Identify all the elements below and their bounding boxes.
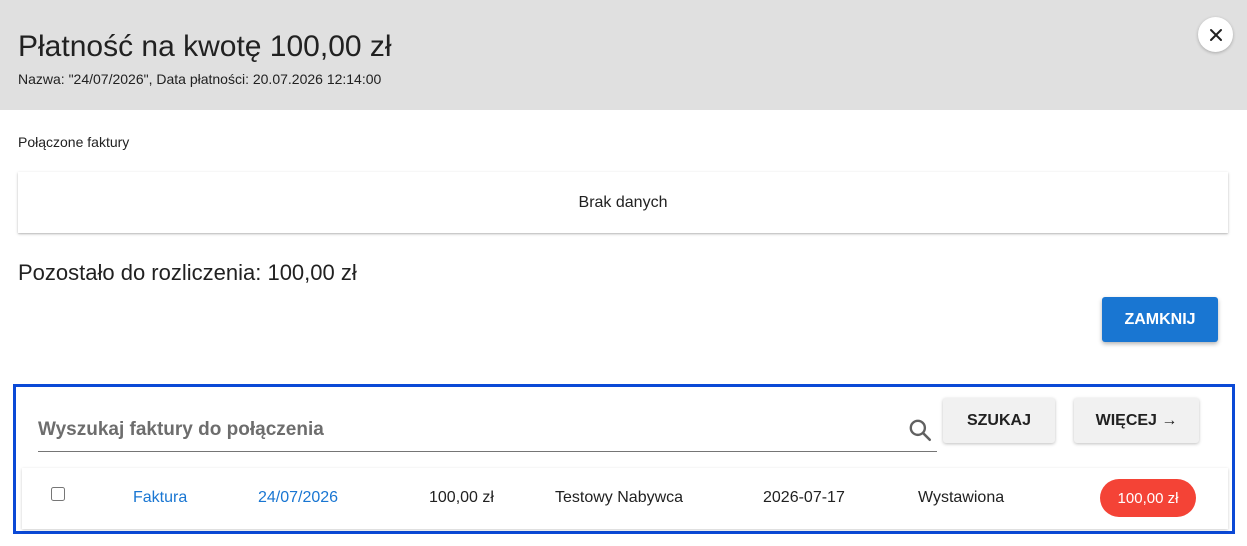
invoice-status: Wystawiona: [918, 489, 1005, 506]
invoice-search-panel: SZUKAJ WIĘCEJ → Faktura 24/07/2026 100,0…: [13, 384, 1235, 534]
invoice-date: 2026-07-17: [763, 489, 845, 506]
search-button[interactable]: SZUKAJ: [943, 398, 1055, 443]
invoice-type-link[interactable]: Faktura: [133, 489, 187, 507]
search-field: [38, 404, 937, 452]
invoice-buyer: Testowy Nabywca: [555, 489, 684, 506]
more-button[interactable]: WIĘCEJ →: [1074, 398, 1199, 443]
close-icon: [1209, 28, 1222, 41]
linked-invoices-table: Brak danych: [18, 172, 1228, 233]
amount-badge: 100,00 zł: [1100, 479, 1196, 517]
search-icon[interactable]: [907, 417, 933, 443]
empty-state-text: Brak danych: [578, 193, 668, 211]
table-row[interactable]: Faktura 24/07/2026 100,00 zł Testowy Nab…: [22, 468, 1228, 529]
search-input[interactable]: [38, 416, 888, 444]
remaining-amount: Pozostało do rozliczenia: 100,00 zł: [18, 260, 357, 285]
close-dialog-button[interactable]: ZAMKNIJ: [1102, 297, 1218, 342]
dialog-subtitle: Nazwa: "24/07/2026", Data płatności: 20.…: [18, 71, 382, 87]
dialog-header: Płatność na kwotę 100,00 zł Nazwa: "24/0…: [0, 0, 1247, 110]
invoice-amount: 100,00 zł: [429, 489, 494, 506]
linked-invoices-label: Połączone faktury: [18, 134, 130, 150]
row-checkbox[interactable]: [51, 487, 65, 501]
invoice-number-link[interactable]: 24/07/2026: [258, 489, 338, 507]
dialog-title: Płatność na kwotę 100,00 zł: [18, 30, 392, 63]
close-button[interactable]: [1198, 17, 1233, 52]
